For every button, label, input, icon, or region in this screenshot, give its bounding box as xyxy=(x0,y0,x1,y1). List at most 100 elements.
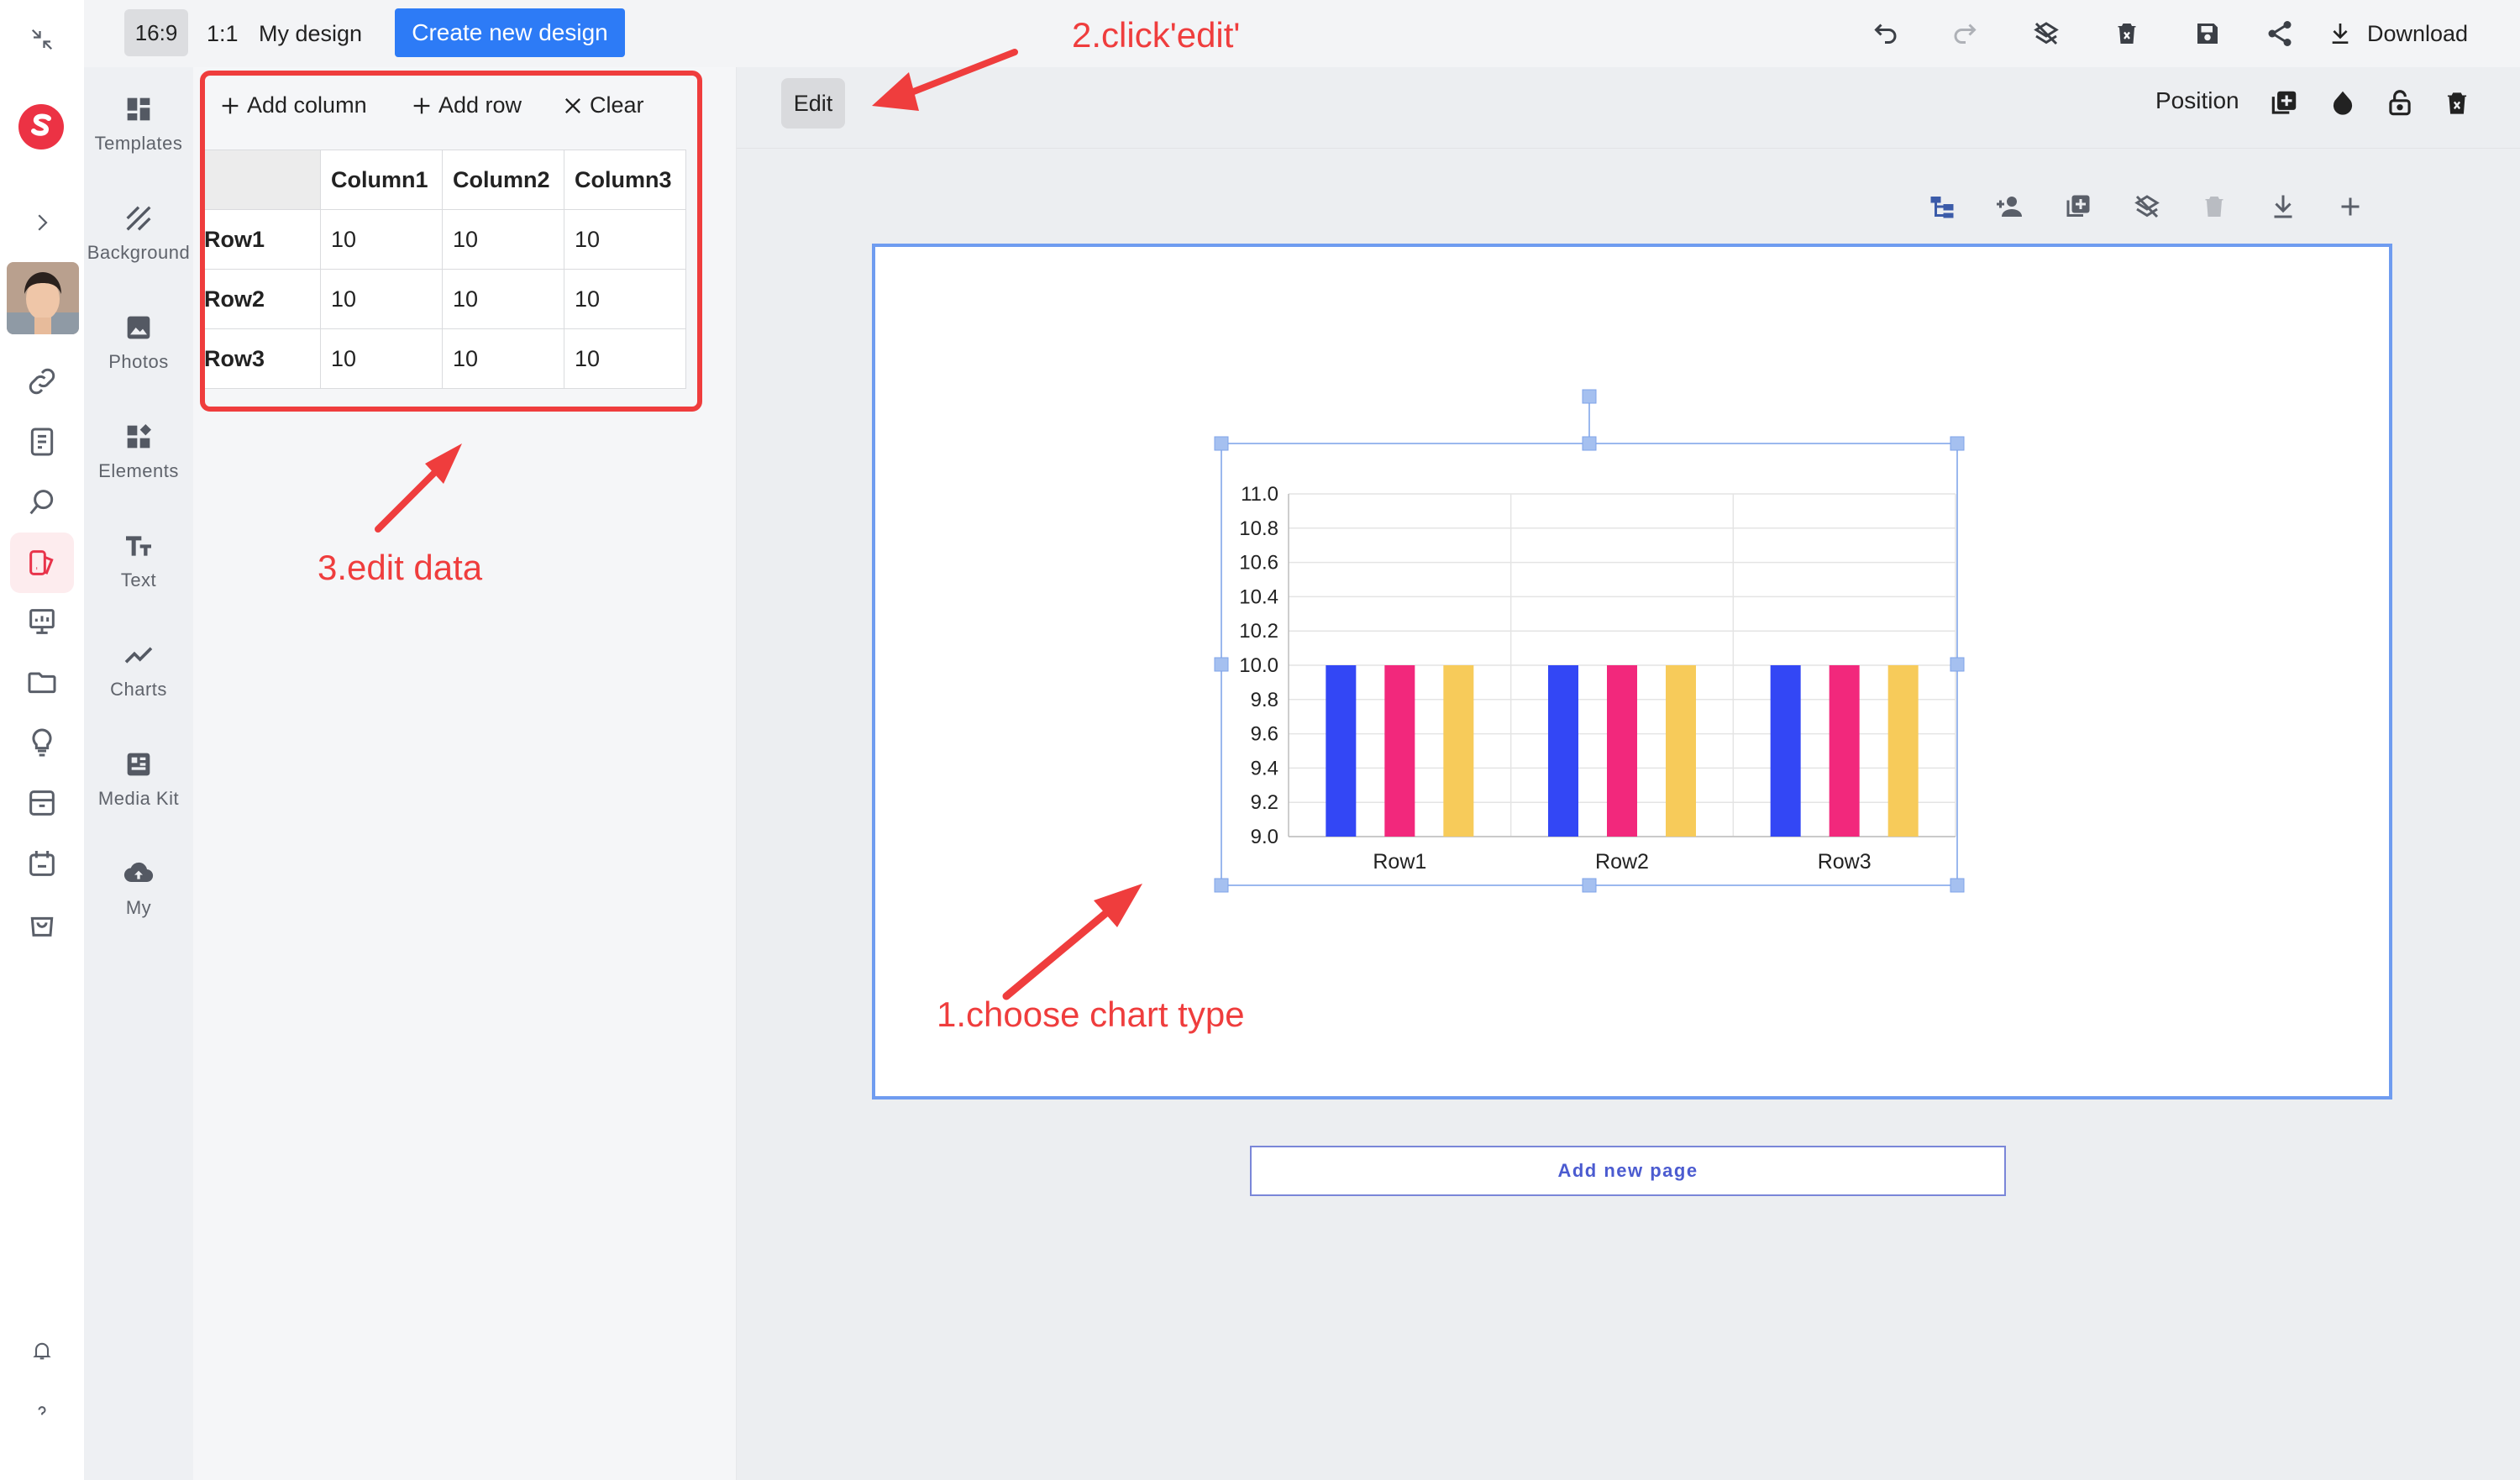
ratio-16-9-button[interactable]: 16:9 xyxy=(124,9,188,56)
media-kit-icon xyxy=(122,748,155,781)
y-tick-label: 9.0 xyxy=(1251,826,1278,848)
resize-handle xyxy=(1950,657,1965,672)
resize-handle xyxy=(1950,436,1965,451)
app-rail xyxy=(0,0,85,1480)
nav-photos[interactable]: Photos xyxy=(84,311,193,373)
bar xyxy=(1384,665,1415,837)
download-page-icon[interactable] xyxy=(2268,192,2298,222)
nav-photos-label: Photos xyxy=(108,351,169,372)
y-tick-label: 9.8 xyxy=(1251,689,1278,711)
y-tick-label: 9.6 xyxy=(1251,723,1278,746)
x-tick-label: Row2 xyxy=(1595,850,1649,874)
share-icon[interactable] xyxy=(2265,18,2295,49)
y-tick-label: 10.2 xyxy=(1239,620,1278,643)
charts-icon xyxy=(122,638,155,672)
background-icon xyxy=(122,202,155,235)
side-nav: Templates Background Photos Elements Tex… xyxy=(84,67,193,1480)
cloud-upload-icon xyxy=(122,857,155,890)
bar xyxy=(1829,665,1860,837)
delete-icon[interactable] xyxy=(2112,18,2142,49)
shopping-bag-icon[interactable] xyxy=(25,907,59,941)
folder-icon[interactable] xyxy=(25,665,59,699)
create-new-design-button[interactable]: Create new design xyxy=(395,8,625,57)
nav-elements[interactable]: Elements xyxy=(84,420,193,482)
opacity-icon[interactable] xyxy=(2327,87,2359,119)
x-tick-label: Row1 xyxy=(1373,850,1426,874)
download-label: Download xyxy=(2367,20,2469,46)
archive-icon[interactable] xyxy=(25,786,59,820)
delete-page-icon[interactable] xyxy=(2199,192,2229,222)
bar xyxy=(1326,665,1357,837)
templates-icon xyxy=(122,92,155,126)
nav-my-label: My xyxy=(125,897,152,918)
nav-templates-label: Templates xyxy=(94,133,183,154)
resize-handle xyxy=(1582,389,1597,404)
layers-off-icon[interactable] xyxy=(2132,192,2162,222)
nav-templates[interactable]: Templates xyxy=(84,92,193,155)
resize-handle xyxy=(1582,878,1597,893)
bell-icon[interactable] xyxy=(30,1339,54,1362)
annotation-step3: 3.edit data xyxy=(318,548,483,587)
elements-icon xyxy=(122,420,155,454)
collapse-icon[interactable] xyxy=(29,27,55,52)
add-person-icon[interactable] xyxy=(1994,192,2024,222)
design-name[interactable]: My design xyxy=(259,0,362,67)
y-tick-label: 9.4 xyxy=(1251,757,1278,779)
download-button[interactable]: Download xyxy=(2327,18,2468,49)
nav-elements-label: Elements xyxy=(98,460,179,481)
bar xyxy=(1770,665,1801,837)
lightbulb-icon[interactable] xyxy=(25,726,59,759)
delete-icon[interactable] xyxy=(2441,87,2473,119)
save-icon[interactable] xyxy=(2192,18,2223,49)
nav-media-kit-label: Media Kit xyxy=(97,788,180,809)
presentation-icon[interactable] xyxy=(25,605,59,638)
x-tick-label: Row3 xyxy=(1818,850,1872,874)
help-icon[interactable] xyxy=(30,1401,54,1425)
layers-off-icon[interactable] xyxy=(2031,18,2061,49)
nav-background[interactable]: Background xyxy=(84,202,193,264)
position-button[interactable]: Position xyxy=(2155,87,2239,114)
nav-media-kit[interactable]: Media Kit xyxy=(84,748,193,810)
link-icon[interactable] xyxy=(25,365,59,398)
annotation-highlight-box xyxy=(200,71,702,412)
add-page-icon[interactable] xyxy=(2335,192,2365,222)
bar xyxy=(1666,665,1696,837)
bar xyxy=(1443,665,1474,837)
nav-charts[interactable]: Charts xyxy=(84,638,193,701)
y-tick-label: 10.8 xyxy=(1239,517,1278,540)
bar-chart[interactable]: 11.010.810.610.410.210.09.89.69.49.29.0 … xyxy=(1210,380,1982,900)
avatar[interactable] xyxy=(7,262,79,334)
app-logo xyxy=(17,102,66,151)
redo-icon[interactable] xyxy=(1950,18,1981,49)
search-icon[interactable] xyxy=(25,485,59,519)
undo-icon[interactable] xyxy=(1870,18,1900,49)
y-tick-label: 10.0 xyxy=(1239,654,1278,677)
edit-button[interactable]: Edit xyxy=(781,78,845,129)
add-layer-icon[interactable] xyxy=(2268,87,2300,119)
resize-handle xyxy=(1582,436,1597,451)
resize-handle xyxy=(1950,878,1965,893)
chevron-right-icon[interactable] xyxy=(29,210,55,235)
nav-my[interactable]: My xyxy=(84,857,193,919)
ratio-1-1-button[interactable]: 1:1 xyxy=(207,0,239,67)
nav-text-label: Text xyxy=(120,569,157,590)
design-icon[interactable] xyxy=(10,533,74,593)
calendar-icon[interactable] xyxy=(25,847,59,880)
hierarchy-icon[interactable] xyxy=(1927,192,1957,222)
y-tick-label: 10.6 xyxy=(1239,552,1278,575)
duplicate-page-icon[interactable] xyxy=(2063,192,2093,222)
add-new-page-button[interactable]: Add new page xyxy=(1250,1146,2006,1196)
download-icon xyxy=(2327,20,2354,47)
lock-icon[interactable] xyxy=(2384,87,2416,119)
nav-text[interactable]: Text xyxy=(84,529,193,591)
y-tick-label: 9.2 xyxy=(1251,791,1278,814)
workspace-divider xyxy=(737,148,2520,149)
nav-charts-label: Charts xyxy=(110,679,167,700)
bar xyxy=(1548,665,1578,837)
chart-bars xyxy=(1326,665,1919,837)
bar xyxy=(1607,665,1637,837)
bar xyxy=(1887,665,1919,837)
document-icon[interactable] xyxy=(25,425,59,459)
y-tick-label: 11.0 xyxy=(1241,483,1278,506)
top-bar: 16:9 1:1 My design Create new design xyxy=(84,0,2520,68)
